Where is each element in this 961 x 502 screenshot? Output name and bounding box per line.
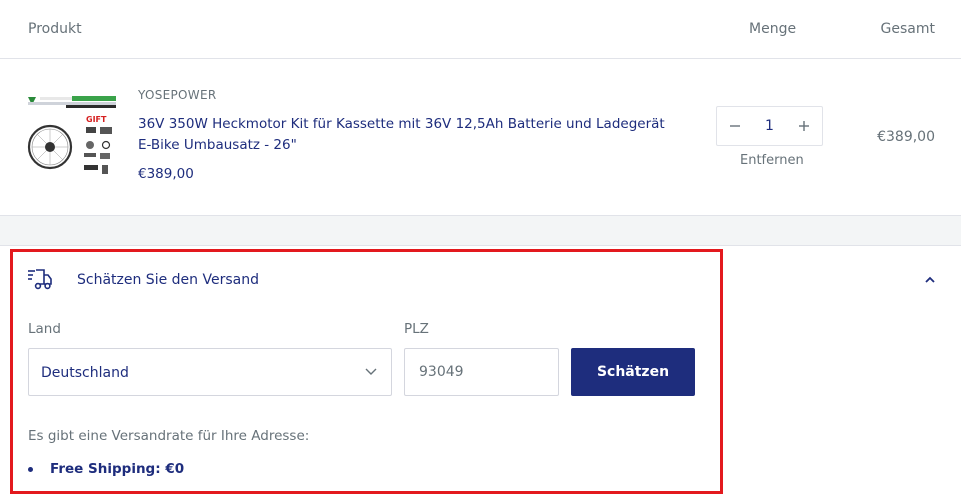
country-select[interactable]: Deutschland — [28, 348, 392, 396]
minus-icon[interactable] — [725, 116, 745, 136]
cart-table-header: Produkt Menge Gesamt — [0, 0, 961, 59]
shipping-rate-item: Free Shipping: €0 — [28, 461, 184, 477]
chevron-up-icon[interactable] — [922, 274, 938, 286]
gift-label: GIFT — [86, 115, 107, 124]
product-title-link[interactable]: 36V 350W Heckmotor Kit für Kassette mit … — [138, 114, 678, 156]
quantity-value[interactable]: 1 — [747, 118, 792, 134]
zip-input[interactable] — [404, 348, 559, 396]
section-divider — [0, 215, 961, 246]
country-label: Land — [28, 321, 61, 337]
shipping-rate-list: Free Shipping: €0 — [28, 461, 184, 477]
quantity-stepper: 1 — [716, 106, 823, 146]
line-total: €389,00 — [877, 129, 935, 145]
chevron-down-icon — [365, 368, 377, 375]
product-vendor: YOSEPOWER — [138, 88, 217, 102]
header-product: Produkt — [28, 21, 82, 37]
country-select-value: Deutschland — [41, 365, 129, 381]
plus-icon[interactable] — [794, 116, 814, 136]
shipping-rate-message: Es gibt eine Versandrate für Ihre Adress… — [28, 428, 310, 444]
product-price: €389,00 — [138, 166, 194, 182]
estimate-shipping-button[interactable]: Schätzen — [571, 348, 695, 396]
shipping-estimator-title[interactable]: Schätzen Sie den Versand — [77, 272, 259, 288]
header-total: Gesamt — [880, 21, 935, 37]
remove-item-link[interactable]: Entfernen — [740, 153, 804, 168]
shipping-truck-icon — [28, 269, 52, 290]
product-thumbnail[interactable]: GIFT — [26, 89, 118, 184]
zip-label: PLZ — [404, 321, 429, 337]
header-quantity: Menge — [749, 21, 797, 37]
